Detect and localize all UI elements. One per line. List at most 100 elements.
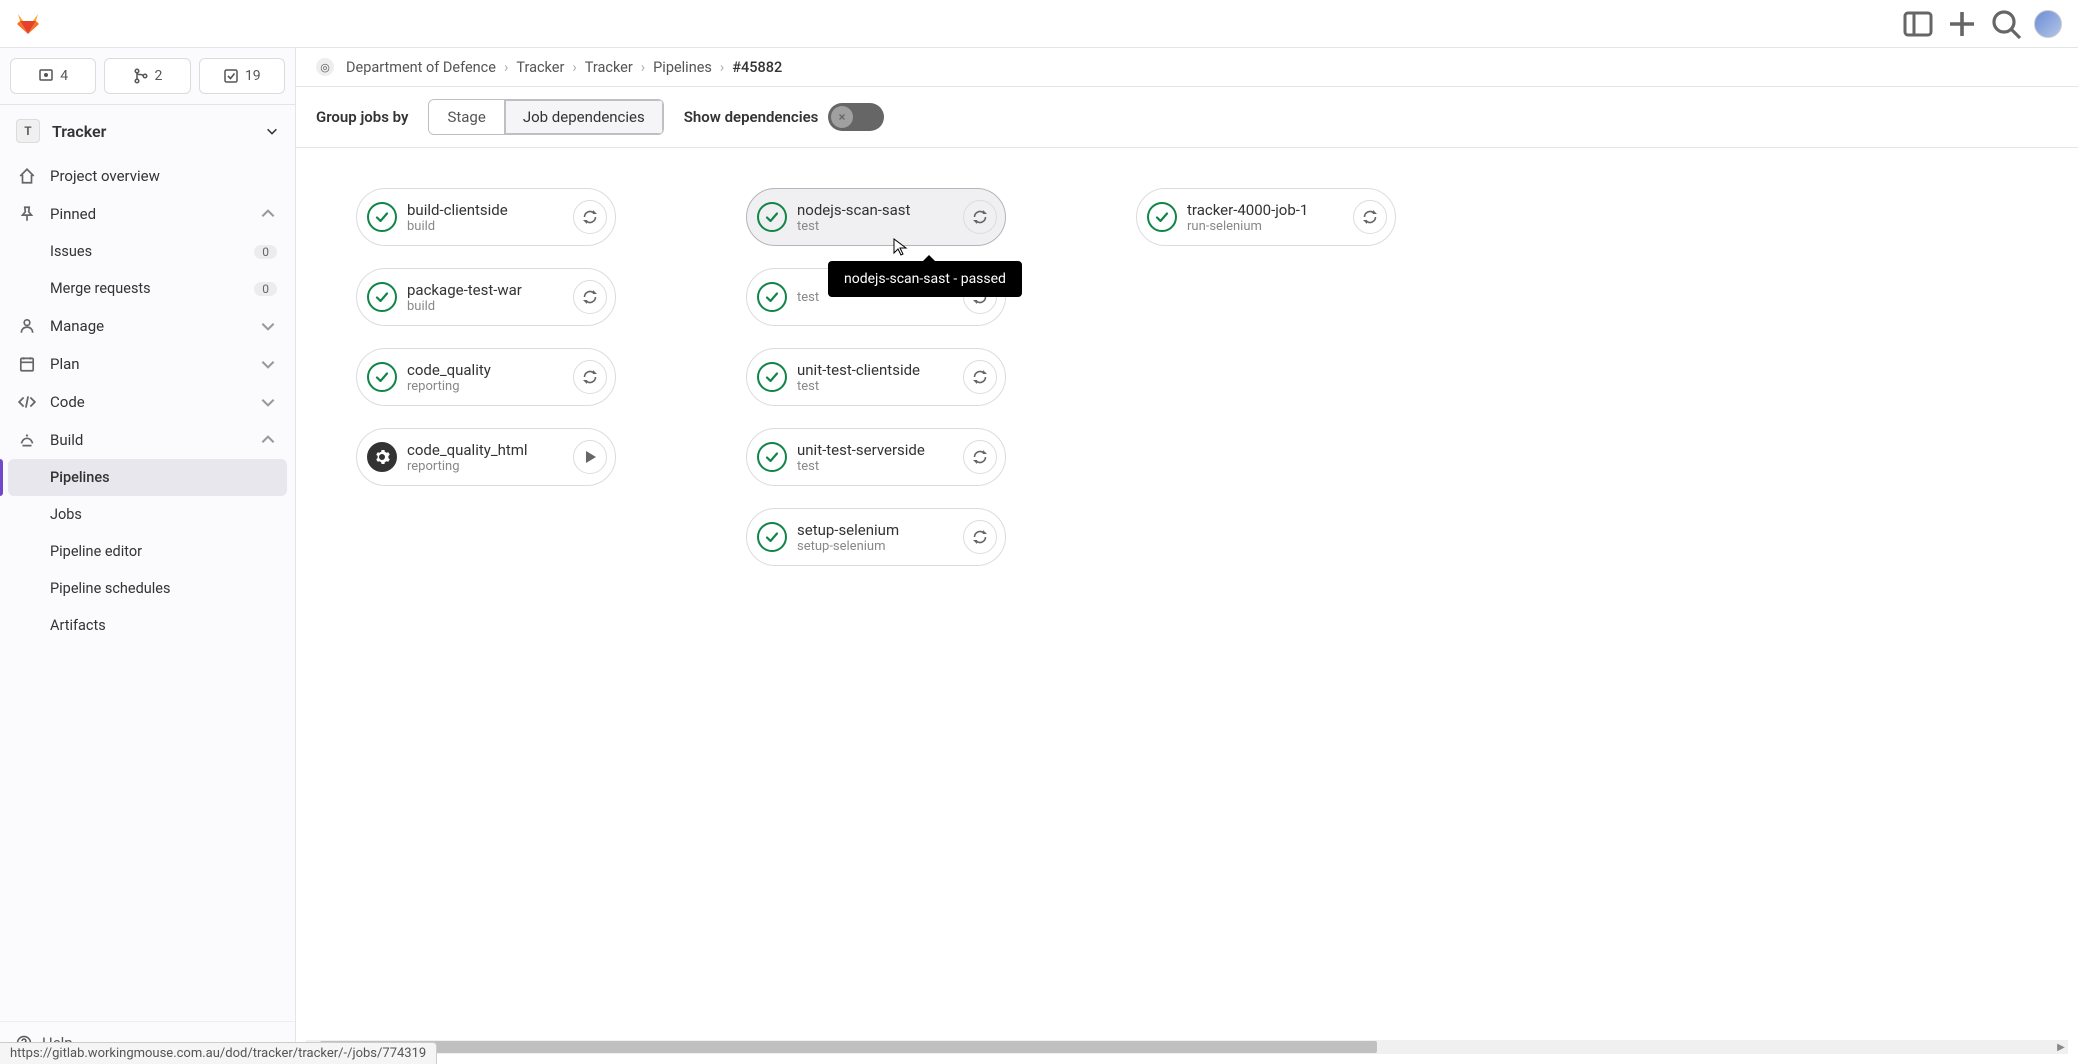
job-pill[interactable]: tracker-4000-job-1run-selenium [1136, 188, 1396, 246]
stat-issues[interactable]: 4 [10, 58, 96, 94]
main: ◎ Department of Defence › Tracker › Trac… [296, 48, 2078, 1064]
job-tooltip: nodejs-scan-sast - passed [828, 261, 1022, 297]
project-switcher[interactable]: T Tracker [0, 105, 295, 157]
count-badge: 0 [254, 245, 277, 259]
count-badge: 0 [254, 282, 277, 296]
nav-build-pipelines[interactable]: Pipelines [8, 459, 287, 496]
job-stage: test [797, 459, 963, 474]
retry-button[interactable] [963, 360, 997, 394]
retry-button[interactable] [573, 360, 607, 394]
group-avatar-icon: ◎ [316, 58, 334, 76]
scrollbar-thumb[interactable] [320, 1041, 1377, 1053]
stat-todos[interactable]: 19 [199, 58, 285, 94]
code-icon [18, 393, 36, 411]
status-passed-icon [367, 202, 397, 232]
show-deps-label: Show dependencies [684, 108, 819, 126]
group-by-label: Group jobs by [316, 108, 408, 126]
manage-icon [18, 317, 36, 335]
job-pill[interactable]: unit-test-serversidetest [746, 428, 1006, 486]
plus-icon[interactable] [1946, 8, 1978, 40]
nav-project-overview[interactable]: Project overview [8, 157, 287, 195]
job-column: tracker-4000-job-1run-selenium [1136, 188, 1396, 246]
retry-button[interactable] [573, 200, 607, 234]
job-pill[interactable]: package-test-warbuild [356, 268, 616, 326]
retry-button[interactable] [1353, 200, 1387, 234]
status-passed-icon [757, 442, 787, 472]
job-name: package-test-war [407, 281, 573, 299]
stat-merge-requests[interactable]: 2 [104, 58, 190, 94]
retry-button[interactable] [573, 280, 607, 314]
status-passed-icon [757, 522, 787, 552]
job-column: nodejs-scan-sasttesttestunit-test-client… [746, 188, 1006, 566]
sidebar: 4 2 19 T Tracker Project overview Pinned… [0, 48, 296, 1064]
toggle-knob [831, 106, 853, 128]
breadcrumb[interactable]: Tracker [516, 59, 564, 76]
nav-code[interactable]: Code [8, 383, 287, 421]
nav-manage[interactable]: Manage [8, 307, 287, 345]
job-name: tracker-4000-job-1 [1187, 201, 1353, 219]
sidebar-toggle-icon[interactable] [1902, 8, 1934, 40]
status-passed-icon [757, 202, 787, 232]
job-name: unit-test-serverside [797, 441, 963, 459]
status-passed-icon [1147, 202, 1177, 232]
chevron-right-icon: › [720, 59, 724, 76]
chevron-up-icon [259, 431, 277, 449]
chevron-down-icon [259, 393, 277, 411]
pipeline-graph[interactable]: build-clientsidebuildpackage-test-warbui… [296, 148, 2078, 1064]
breadcrumb[interactable]: Pipelines [653, 59, 712, 76]
show-deps-toggle[interactable] [828, 103, 884, 131]
nav-build[interactable]: Build [8, 421, 287, 459]
nav-plan[interactable]: Plan [8, 345, 287, 383]
job-column: build-clientsidebuildpackage-test-warbui… [356, 188, 616, 486]
nav-pinned-merge-requests[interactable]: Merge requests 0 [8, 270, 287, 307]
scroll-right-arrow[interactable]: ▶ [2054, 1040, 2068, 1054]
status-passed-icon [757, 362, 787, 392]
job-stage: build [407, 299, 573, 314]
breadcrumbs: ◎ Department of Defence › Tracker › Trac… [296, 48, 2078, 87]
chevron-right-icon: › [504, 59, 508, 76]
nav-build-pipeline-editor[interactable]: Pipeline editor [8, 533, 287, 570]
stats-row: 4 2 19 [0, 48, 295, 105]
retry-button[interactable] [963, 520, 997, 554]
nav-build-pipeline-schedules[interactable]: Pipeline schedules [8, 570, 287, 607]
seg-stage[interactable]: Stage [429, 100, 503, 134]
job-name: unit-test-clientside [797, 361, 963, 379]
breadcrumb[interactable]: Department of Defence [346, 59, 496, 76]
job-stage: run-selenium [1187, 219, 1353, 234]
nav-build-artifacts[interactable]: Artifacts [8, 607, 287, 644]
nav-pinned[interactable]: Pinned [8, 195, 287, 233]
job-text: setup-seleniumsetup-selenium [797, 521, 963, 554]
plan-icon [18, 355, 36, 373]
retry-button[interactable] [963, 200, 997, 234]
breadcrumb[interactable]: Tracker [585, 59, 633, 76]
job-pill[interactable]: build-clientsidebuild [356, 188, 616, 246]
job-pill[interactable]: nodejs-scan-sasttest [746, 188, 1006, 246]
project-badge: T [16, 119, 40, 143]
status-bar-url: https://gitlab.workingmouse.com.au/dod/t… [0, 1042, 437, 1064]
search-icon[interactable] [1990, 8, 2022, 40]
job-text: unit-test-serversidetest [797, 441, 963, 474]
job-pill[interactable]: code_qualityreporting [356, 348, 616, 406]
job-stage: test [797, 379, 963, 394]
retry-button[interactable] [963, 440, 997, 474]
job-stage: build [407, 219, 573, 234]
nav-pinned-issues[interactable]: Issues 0 [8, 233, 287, 270]
job-text: code_quality_htmlreporting [407, 441, 573, 474]
job-stage: reporting [407, 379, 573, 394]
seg-job-dependencies[interactable]: Job dependencies [504, 100, 663, 134]
job-name: build-clientside [407, 201, 573, 219]
job-pill[interactable]: unit-test-clientsidetest [746, 348, 1006, 406]
job-pill[interactable]: setup-seleniumsetup-selenium [746, 508, 1006, 566]
play-button[interactable] [573, 440, 607, 474]
chevron-right-icon: › [572, 59, 576, 76]
breadcrumb-current: #45882 [732, 59, 782, 76]
horizontal-scrollbar[interactable]: ◀ ▶ [306, 1040, 2068, 1054]
user-avatar[interactable] [2034, 10, 2062, 38]
job-pill[interactable]: code_quality_htmlreporting [356, 428, 616, 486]
pipeline-controls: Group jobs by Stage Job dependencies Sho… [296, 87, 2078, 148]
job-stage: test [797, 219, 963, 234]
gitlab-logo[interactable] [16, 12, 40, 36]
nav-build-jobs[interactable]: Jobs [8, 496, 287, 533]
job-name: code_quality_html [407, 441, 573, 459]
job-stage: setup-selenium [797, 539, 963, 554]
